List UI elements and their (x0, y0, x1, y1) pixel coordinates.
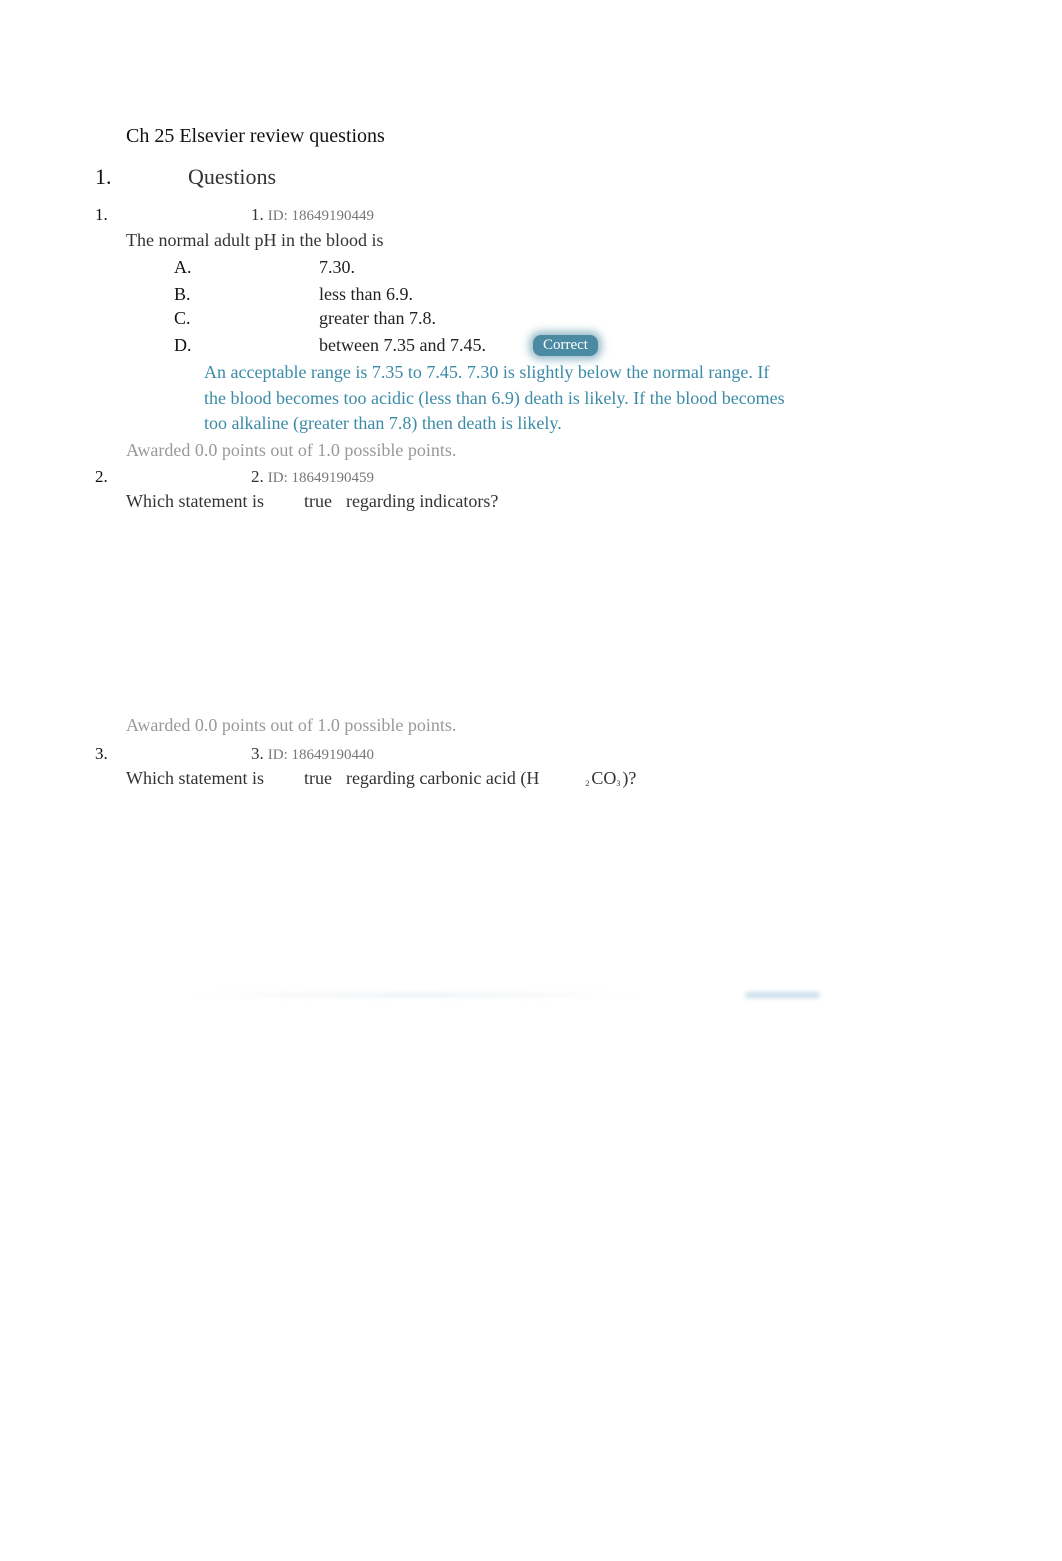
question-text: The normal adult pH in the blood is (126, 230, 384, 250)
question-inner-number: 1. (251, 205, 264, 224)
question-text-part: regarding carbonic acid (H (345, 768, 540, 788)
question-header: 3. ID: 18649190440 (251, 744, 374, 764)
question-text-part: CO (591, 768, 617, 788)
option-letter: C. (174, 308, 191, 328)
question-outer-number: 3. (95, 744, 108, 763)
question-outer-number: 1. (95, 205, 108, 224)
blurred-content-edge (190, 993, 640, 997)
option-text: greater than 7.8. (319, 308, 436, 328)
option-text: 7.30. (319, 257, 355, 277)
document-title: Ch 25 Elsevier review questions (126, 125, 385, 147)
option-text: between 7.35 and 7.45. (319, 335, 486, 355)
section-title: Questions (188, 164, 276, 189)
awarded-points: Awarded 0.0 points out of 1.0 possible p… (126, 715, 457, 735)
question-id: ID: 18649190440 (267, 747, 374, 763)
question-text-part: regarding indicators? (345, 491, 499, 511)
rationale-text: An acceptable range is 7.35 to 7.45. 7.3… (204, 362, 785, 434)
question-outer-number: 2. (95, 467, 108, 486)
question-text-part: )? (622, 768, 637, 788)
option-letter: B. (174, 284, 191, 304)
question-text-emphasis: true (303, 491, 332, 511)
blurred-content-edge (745, 992, 820, 998)
question-text: Which statement is true regarding indicato… (126, 491, 498, 512)
awarded-points: Awarded 0.0 points out of 1.0 possible p… (126, 440, 457, 460)
correct-badge: Correct (533, 335, 598, 356)
question-id: ID: 18649190459 (267, 470, 374, 486)
option-letter: D. (174, 335, 192, 355)
option-letter: A. (174, 257, 192, 277)
question-text-emphasis: true (303, 768, 332, 788)
question-header: 1. ID: 18649190449 (251, 205, 374, 225)
question-text-part: Which statement is (126, 491, 264, 511)
question-text-part: Which statement is (126, 768, 264, 788)
question-id: ID: 18649190449 (267, 208, 374, 224)
option-text: less than 6.9. (319, 284, 413, 304)
question-inner-number: 2. (251, 467, 264, 486)
question-text: Which statement is true regarding carbonic… (126, 768, 636, 789)
subscript: 2 (585, 779, 590, 788)
question-inner-number: 3. (251, 744, 264, 763)
question-header: 2. ID: 18649190459 (251, 467, 374, 487)
section-number: 1. (95, 164, 112, 189)
subscript: 3 (616, 779, 621, 788)
